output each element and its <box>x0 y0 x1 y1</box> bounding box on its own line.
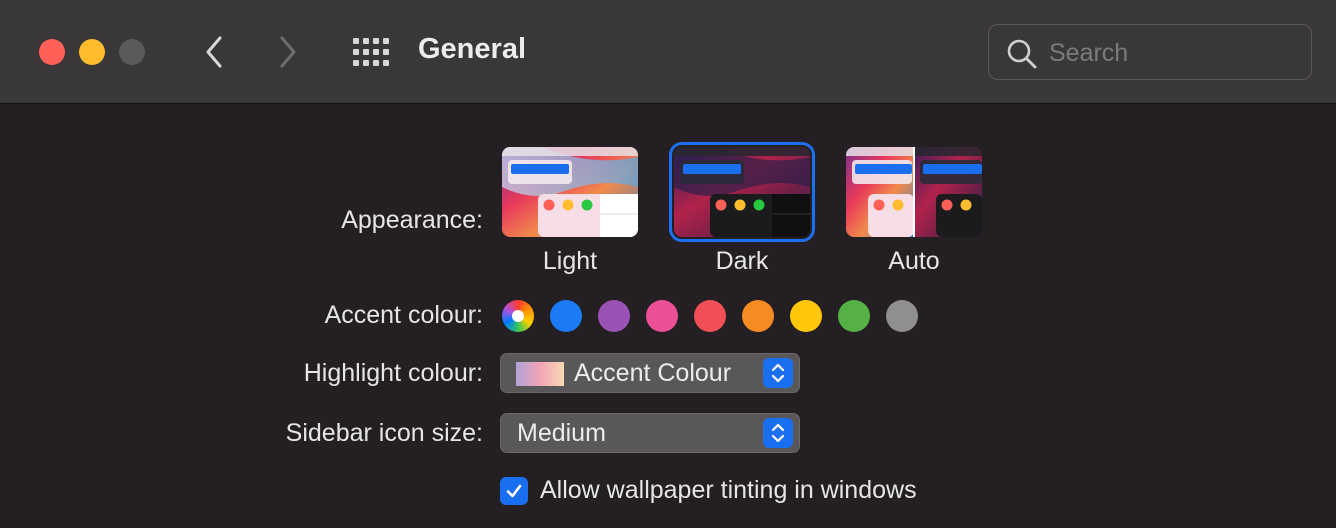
accent-swatch-pink[interactable] <box>646 300 678 332</box>
forward-button[interactable] <box>270 34 306 70</box>
zoom-button[interactable] <box>119 39 145 65</box>
wallpaper-tinting-checkbox[interactable] <box>500 477 528 505</box>
checkmark-icon <box>506 484 522 498</box>
highlight-colour-value: Accent Colour <box>574 359 732 387</box>
dark-appearance-thumbnail <box>674 147 810 237</box>
appearance-auto-option[interactable] <box>846 147 982 237</box>
accent-colour-label: Accent colour: <box>324 301 483 329</box>
wallpaper-tinting-label: Allow wallpaper tinting in windows <box>540 476 917 504</box>
sidebar-icon-size-label: Sidebar icon size: <box>285 419 483 447</box>
minimize-button[interactable] <box>79 39 105 65</box>
multicolor-center-dot <box>512 310 524 322</box>
appearance-dark-option[interactable] <box>669 142 815 242</box>
accent-swatch-multicolor[interactable] <box>502 300 534 332</box>
up-down-chevron-icon <box>771 363 785 383</box>
accent-swatch-purple[interactable] <box>598 300 630 332</box>
chevron-left-icon <box>206 36 222 68</box>
accent-swatch-red[interactable] <box>694 300 726 332</box>
sidebar-icon-size-popup[interactable]: Medium <box>500 413 800 453</box>
highlight-colour-label: Highlight colour: <box>303 359 483 387</box>
sidebar-icon-size-value: Medium <box>517 419 606 447</box>
accent-swatch-orange[interactable] <box>742 300 774 332</box>
light-appearance-thumbnail <box>502 147 638 237</box>
accent-swatch-blue[interactable] <box>550 300 582 332</box>
search-input[interactable] <box>1049 37 1299 69</box>
search-icon <box>1007 39 1037 69</box>
sidebar-icon-size-stepper[interactable] <box>763 418 793 448</box>
highlight-colour-popup[interactable]: Accent Colour <box>500 353 800 393</box>
appearance-auto-label: Auto <box>888 247 940 275</box>
window-title: General <box>418 33 526 65</box>
back-button[interactable] <box>196 34 232 70</box>
accent-swatch-green[interactable] <box>838 300 870 332</box>
appearance-light-option[interactable] <box>502 147 638 237</box>
auto-appearance-thumbnail <box>846 147 982 237</box>
search-field[interactable] <box>988 24 1312 80</box>
show-all-button[interactable] <box>352 34 390 72</box>
appearance-label: Appearance: <box>341 206 483 234</box>
grid-icon <box>353 38 389 66</box>
close-button[interactable] <box>39 39 65 65</box>
accent-swatch-yellow[interactable] <box>790 300 822 332</box>
appearance-dark-label: Dark <box>715 247 769 275</box>
toolbar: General <box>0 0 1336 104</box>
chevron-right-icon <box>280 36 296 68</box>
accent-swatch-graphite[interactable] <box>886 300 918 332</box>
appearance-light-label: Light <box>542 247 598 275</box>
highlight-colour-swatch <box>516 362 564 386</box>
highlight-colour-stepper[interactable] <box>763 358 793 388</box>
up-down-chevron-icon <box>771 423 785 443</box>
system-preferences-window: General Appearance: <box>0 0 1336 528</box>
